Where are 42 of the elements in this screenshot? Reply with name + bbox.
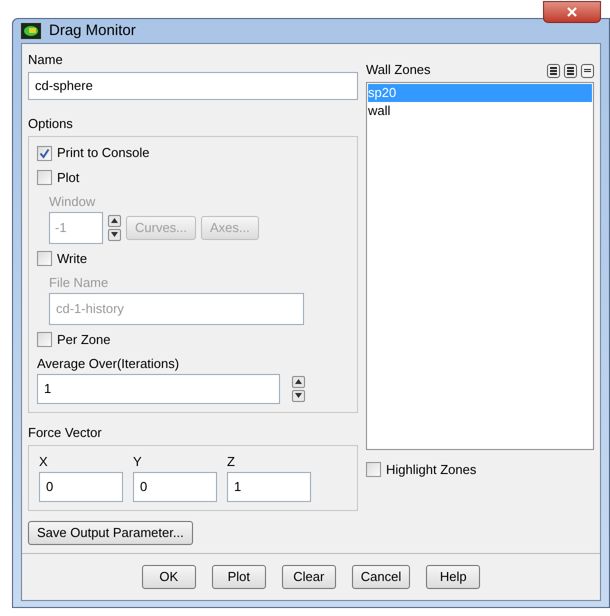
close-icon (567, 7, 577, 17)
save-output-button[interactable]: Save Output Parameter... (28, 520, 193, 545)
dialog-button[interactable]: Help (426, 565, 480, 589)
app-icon (21, 23, 41, 40)
field-label: Z (227, 453, 236, 472)
checkbox-label: Write (57, 250, 88, 268)
vector-field[interactable]: 1 (227, 472, 311, 502)
spin-up-icon[interactable] (292, 376, 305, 388)
checkbox[interactable] (37, 170, 52, 185)
list-icon[interactable] (564, 64, 577, 78)
section-label: Force Vector (28, 424, 103, 442)
checkbox-label: Print to Console (57, 144, 150, 162)
field-label: File Name (49, 274, 110, 292)
field-label: Y (133, 453, 143, 472)
spin-up-icon[interactable] (108, 214, 121, 227)
dialog-button[interactable]: Cancel (352, 565, 410, 589)
checkbox[interactable] (366, 462, 381, 477)
field-label: X (39, 453, 49, 472)
vector-field[interactable]: 0 (133, 472, 217, 502)
checkmark-icon (39, 148, 50, 158)
checkbox[interactable] (37, 332, 52, 347)
dialog-button[interactable]: Plot (212, 565, 266, 589)
dialog-button[interactable]: Clear (282, 565, 336, 589)
checkbox-label: Plot (57, 168, 80, 187)
field-label: Average Over(Iterations) (37, 355, 180, 374)
name-field[interactable]: cd-sphere (28, 72, 358, 100)
close-button[interactable] (543, 1, 601, 23)
checkbox-label: Highlight Zones (386, 460, 476, 479)
list-item[interactable]: wall (368, 102, 592, 120)
dialog-button[interactable]: OK (142, 565, 196, 589)
section-label: Options (28, 114, 74, 133)
field-label: Window (49, 193, 96, 212)
list-label: Wall Zones (366, 61, 431, 80)
window-title: Drag Monitor (49, 20, 136, 41)
field-label: Name (28, 51, 64, 70)
checkbox[interactable] (37, 146, 52, 160)
vector-field[interactable]: 0 (39, 472, 123, 502)
checkbox-label: Per Zone (57, 330, 110, 349)
spin-down-icon[interactable] (108, 228, 121, 241)
spin-down-icon[interactable] (292, 390, 305, 402)
checkbox[interactable] (37, 251, 52, 266)
average-field[interactable]: 1 (37, 374, 280, 404)
